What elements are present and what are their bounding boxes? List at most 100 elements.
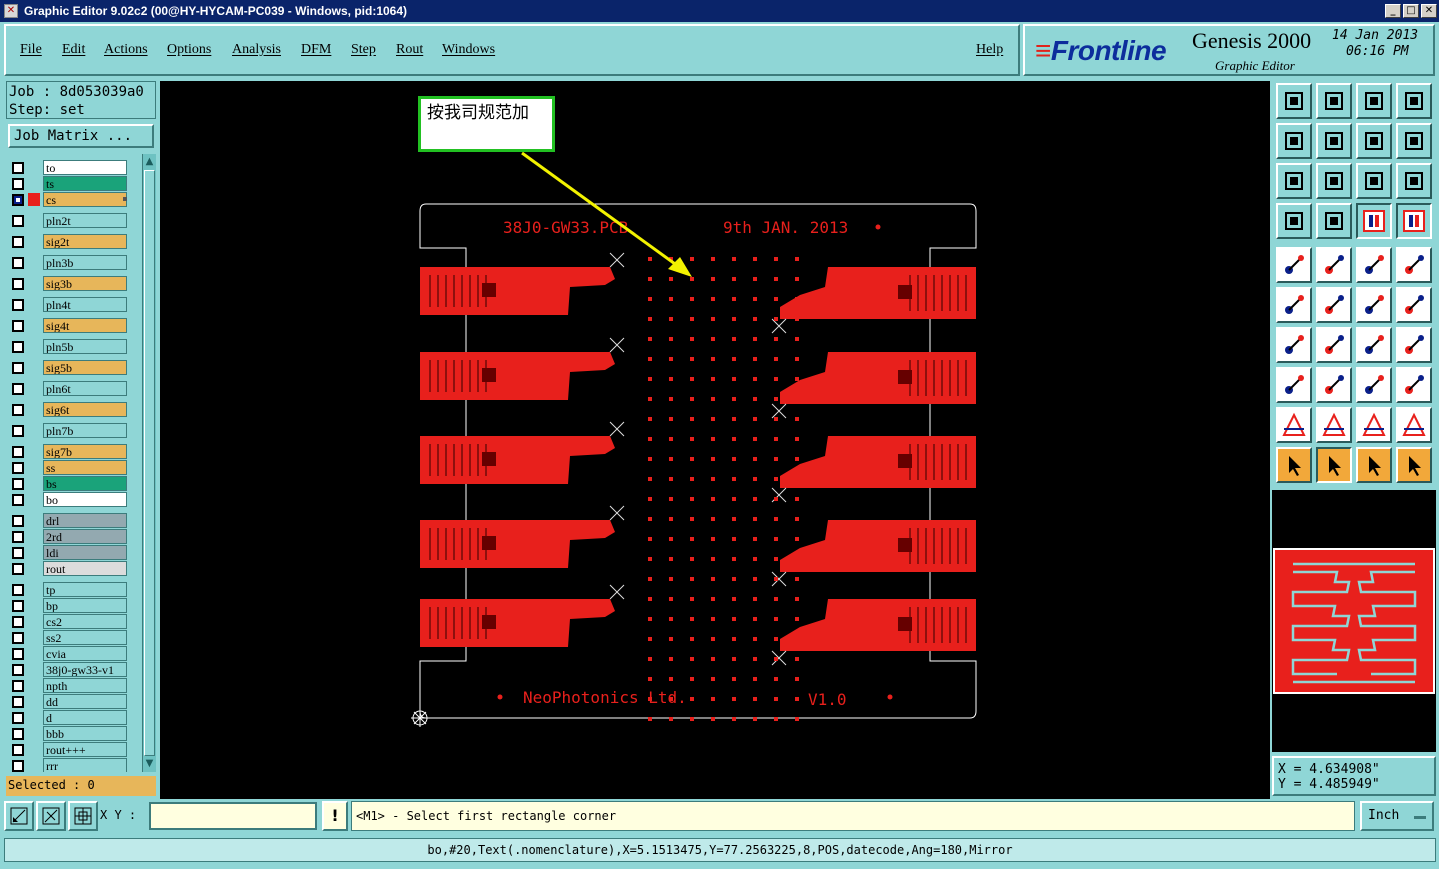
tool-copy-button[interactable] (1316, 247, 1352, 283)
layer-row-pln3b[interactable]: pln3b (6, 255, 130, 270)
close-button[interactable]: ✕ (1421, 4, 1437, 18)
layer-row-ss2[interactable]: ss2 (6, 630, 130, 645)
tool-swap-button[interactable] (1356, 123, 1392, 159)
menu-file[interactable]: File (20, 42, 42, 58)
layer-row-bo[interactable]: bo (6, 492, 130, 507)
app-icon[interactable]: ✕ (4, 4, 18, 18)
tool-tri-a-button[interactable] (1276, 407, 1312, 443)
tool-home-button[interactable] (1356, 83, 1392, 119)
layer-name[interactable]: cvia (43, 646, 127, 661)
maximize-button[interactable]: □ (1403, 4, 1419, 18)
layer-checkbox[interactable] (12, 584, 24, 596)
layer-name[interactable]: sig5b (43, 360, 127, 375)
layer-name[interactable]: bbb (43, 726, 127, 741)
layer-row-bp[interactable]: bp (6, 598, 130, 613)
layer-row-dd[interactable]: dd (6, 694, 130, 709)
layer-name[interactable]: rrr (43, 758, 127, 772)
layer-row-sig2t[interactable]: sig2t (6, 234, 130, 249)
layer-checkbox[interactable] (12, 341, 24, 353)
layer-checkbox[interactable] (12, 616, 24, 628)
layer-checkbox[interactable] (12, 680, 24, 692)
tool-select-box-button[interactable] (1276, 367, 1312, 403)
layer-scrollbar[interactable]: ▲ ▼ (142, 154, 156, 772)
tool-key-button[interactable] (1316, 203, 1352, 239)
layer-name[interactable]: cs (43, 192, 127, 207)
tool-scale-button[interactable] (1356, 163, 1392, 199)
layer-name[interactable]: bs (43, 476, 127, 491)
layer-name[interactable]: sig3b (43, 276, 127, 291)
graphic-canvas[interactable]: 38J0-GW33.PCB 9th JAN. 2013 NeoPhotonics L… (160, 81, 1270, 799)
layer-checkbox[interactable] (12, 425, 24, 437)
grid-toggle-button[interactable] (68, 801, 98, 831)
layer-row-drl[interactable]: drl (6, 513, 130, 528)
menu-dfm[interactable]: DFM (301, 42, 331, 58)
scroll-down-icon[interactable]: ▼ (143, 758, 156, 770)
tool-circle-button[interactable] (1396, 247, 1432, 283)
layer-checkbox[interactable] (12, 215, 24, 227)
layer-row-ss[interactable]: ss (6, 460, 130, 475)
layer-row-cs2[interactable]: cs2 (6, 614, 130, 629)
layer-row-tp[interactable]: tp (6, 582, 130, 597)
layer-name[interactable]: sig4t (43, 318, 127, 333)
layer-checkbox[interactable] (12, 446, 24, 458)
layer-name[interactable]: 38j0-gw33-v1 (43, 662, 127, 677)
tool-pointer-d-button[interactable] (1396, 447, 1432, 483)
layer-checkbox[interactable] (12, 462, 24, 474)
layer-name[interactable]: ldi (43, 545, 127, 560)
layer-row-pln2t[interactable]: pln2t (6, 213, 130, 228)
layer-checkbox[interactable] (12, 383, 24, 395)
layer-name[interactable]: cs2 (43, 614, 127, 629)
tool-flip-button[interactable] (1396, 123, 1432, 159)
tool-layers-a-button[interactable] (1356, 203, 1392, 239)
layer-name[interactable]: pln7b (43, 423, 127, 438)
tool-pointer-c-button[interactable] (1356, 447, 1392, 483)
layer-row-pln6t[interactable]: pln6t (6, 381, 130, 396)
overview-panel[interactable] (1272, 490, 1436, 752)
layer-name[interactable]: tp (43, 582, 127, 597)
tool-zoom-center-button[interactable] (1316, 163, 1352, 199)
layer-name[interactable]: to (43, 160, 127, 175)
tool-dot-move-button[interactable] (1356, 287, 1392, 323)
tool-pointer-a-button[interactable] (1276, 447, 1312, 483)
layer-name[interactable]: pln3b (43, 255, 127, 270)
layer-name[interactable]: pln6t (43, 381, 127, 396)
layer-name[interactable]: pln4t (43, 297, 127, 312)
layer-name[interactable]: ss (43, 460, 127, 475)
layer-checkbox[interactable] (12, 531, 24, 543)
tool-arrow-button[interactable] (1396, 287, 1432, 323)
tool-slash-button[interactable] (1316, 327, 1352, 363)
layer-row-sig3b[interactable]: sig3b (6, 276, 130, 291)
tool-export-button[interactable] (1316, 83, 1352, 119)
layer-row-sig4t[interactable]: sig4t (6, 318, 130, 333)
unit-selector[interactable]: Inch (1360, 801, 1434, 831)
menu-options[interactable]: Options (167, 42, 211, 58)
layer-name[interactable]: sig2t (43, 234, 127, 249)
layer-name[interactable]: npth (43, 678, 127, 693)
tool-pointer-b-button[interactable] (1316, 447, 1352, 483)
layer-row-2rd[interactable]: 2rd (6, 529, 130, 544)
layer-checkbox[interactable] (12, 299, 24, 311)
layer-row-d[interactable]: d (6, 710, 130, 725)
tool-ruler-button[interactable] (1356, 247, 1392, 283)
tool-close-button[interactable] (1316, 123, 1352, 159)
layer-name[interactable]: drl (43, 513, 127, 528)
layer-row-cs[interactable]: cs (6, 192, 130, 207)
layer-row-bs[interactable]: bs (6, 476, 130, 491)
layer-name[interactable]: pln5b (43, 339, 127, 354)
minimize-button[interactable]: _ (1385, 4, 1401, 18)
tool-connect-button[interactable] (1276, 287, 1312, 323)
tool-tri-b-button[interactable] (1316, 407, 1352, 443)
layer-row-sig7b[interactable]: sig7b (6, 444, 130, 459)
execute-button[interactable]: ! (322, 801, 348, 831)
layer-checkbox[interactable] (12, 362, 24, 374)
layer-name[interactable]: bp (43, 598, 127, 613)
layer-checkbox[interactable] (12, 664, 24, 676)
scroll-up-icon[interactable]: ▲ (143, 156, 156, 168)
layer-name[interactable]: sig6t (43, 402, 127, 417)
layer-row-rout-[interactable]: rout+++ (6, 742, 130, 757)
layer-row-pln5b[interactable]: pln5b (6, 339, 130, 354)
layer-checkbox[interactable] (12, 494, 24, 506)
layer-name[interactable]: dd (43, 694, 127, 709)
layer-checkbox[interactable] (12, 563, 24, 575)
tool-layers-b-button[interactable] (1396, 203, 1432, 239)
